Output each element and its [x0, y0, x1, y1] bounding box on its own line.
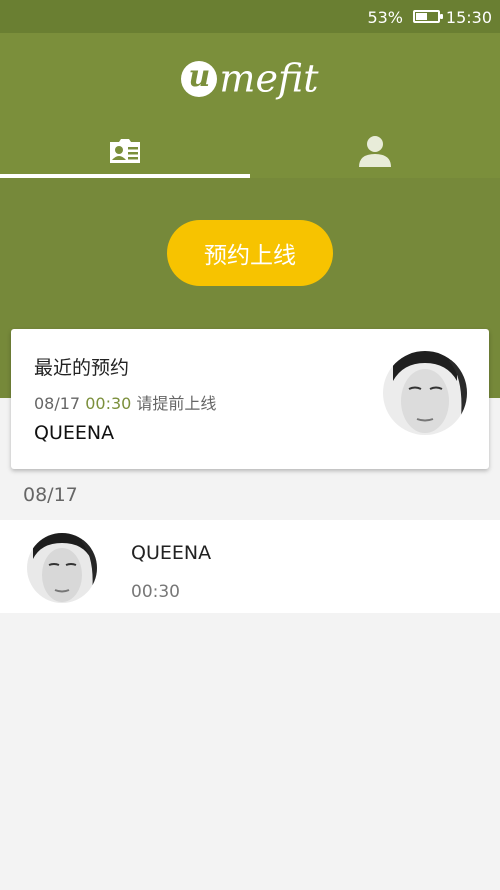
status-bar: 53% 15:30: [0, 0, 500, 33]
battery-icon: [413, 10, 443, 23]
list-item-time: 00:30: [131, 582, 180, 602]
list-item-name: QUEENA: [131, 542, 212, 564]
battery-percent: 53%: [367, 8, 403, 27]
tab-profile[interactable]: [250, 123, 500, 178]
app-header: u mefit: [0, 33, 500, 178]
avatar: [383, 351, 467, 435]
list-date-heading: 08/17: [23, 484, 78, 506]
recent-date: 08/17: [34, 394, 81, 413]
recent-meta: 08/17 00:30 请提前上线: [34, 390, 216, 414]
logo-mark: u: [181, 60, 218, 97]
logo-word: mefit: [219, 56, 319, 101]
person-icon: [358, 134, 392, 168]
recent-name: QUEENA: [34, 422, 115, 444]
contact-card-icon: [108, 137, 142, 165]
umefit-logo: u mefit: [0, 53, 500, 101]
recent-appointment-card[interactable]: 最近的预约 08/17 00:30 请提前上线 QUEENA: [11, 329, 489, 469]
recent-title: 最近的预约: [34, 357, 130, 379]
book-online-button[interactable]: 预约上线: [167, 220, 333, 286]
tab-appointments[interactable]: [0, 123, 250, 178]
status-clock: 15:30: [445, 8, 492, 27]
avatar: [27, 533, 97, 603]
list-item[interactable]: QUEENA 00:30: [0, 520, 500, 613]
tab-bar: [0, 123, 500, 178]
recent-time: 00:30: [85, 394, 132, 413]
recent-note: 请提前上线: [136, 394, 217, 413]
